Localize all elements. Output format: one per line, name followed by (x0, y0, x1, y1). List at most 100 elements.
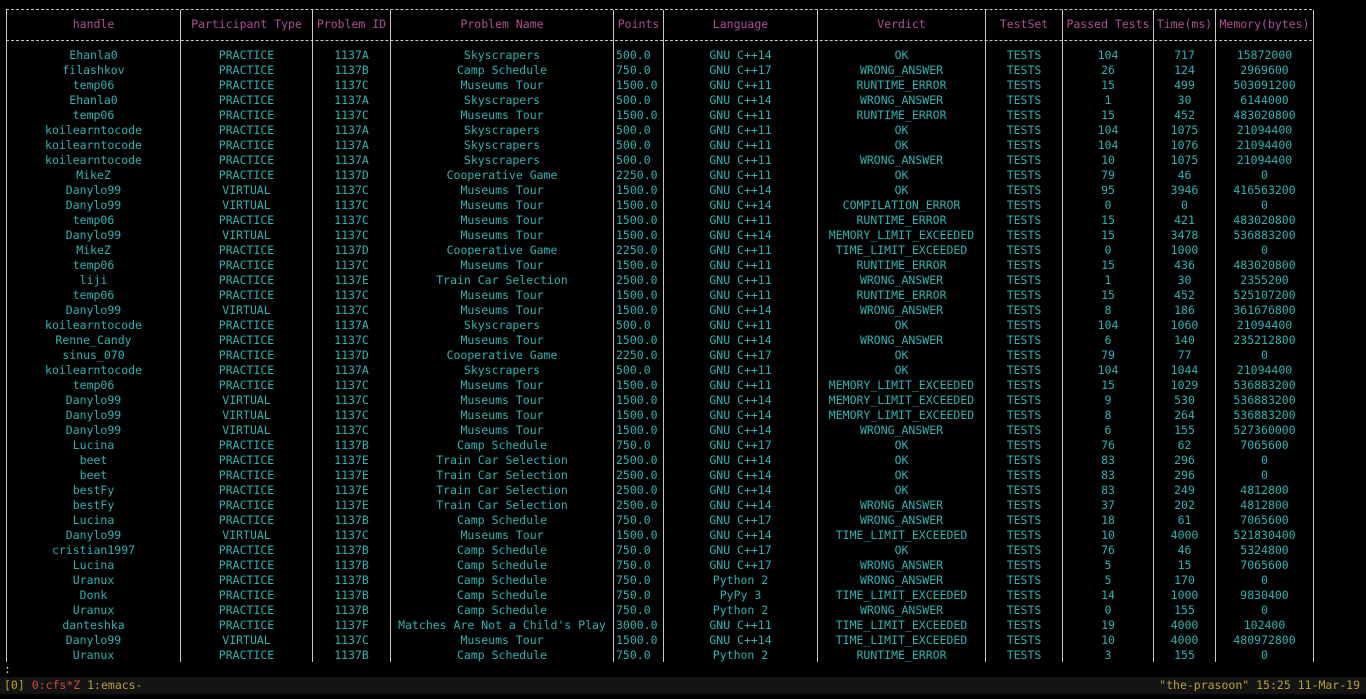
cell-time-ms: 46 (1177, 168, 1192, 182)
cell-memory-bytes: 503091200 (1233, 78, 1296, 92)
cell-time-ms: 77 (1177, 348, 1192, 362)
cell-handle: liji (79, 273, 108, 287)
cell-time-ms: 1075 (1170, 123, 1199, 137)
cell-testset: TESTS (1006, 153, 1042, 167)
cell-verdict: MEMORY_LIMIT_EXCEEDED (828, 408, 975, 422)
column-header-participant-type: Participant Type (191, 17, 302, 31)
table-row: beet PRACTICE 1137E Train Car Selection 2500… (0, 468, 1366, 483)
cell-points: 1500.0 (616, 528, 658, 542)
cell-language: GNU C++14 (709, 93, 772, 107)
table-row: bestFy PRACTICE 1137E Train Car Selection 25… (0, 498, 1366, 513)
cell-testset: TESTS (1006, 183, 1042, 197)
window-tab-active[interactable]: 0:cfs*Z (32, 678, 80, 692)
cell-verdict: TIME_LIMIT_EXCEEDED (835, 528, 968, 542)
cell-memory-bytes: 483020800 (1233, 213, 1296, 227)
cell-verdict: OK (894, 363, 909, 377)
cell-points: 1500.0 (616, 378, 658, 392)
cell-problem-name: Cooperative Game (446, 348, 558, 362)
cell-problem-name: Skyscrapers (463, 363, 541, 377)
cell-verdict: WRONG_ANSWER (859, 513, 944, 527)
cell-memory-bytes: 0 (1261, 348, 1268, 362)
cell-verdict: OK (894, 543, 909, 557)
column-header-language: Language (712, 17, 769, 31)
cell-language: Python 2 (712, 573, 769, 587)
cell-passed-tests: 9 (1104, 393, 1112, 407)
cell-testset: TESTS (1006, 513, 1042, 527)
cell-memory-bytes: 0 (1261, 198, 1268, 212)
cell-participant-type: VIRTUAL (222, 183, 271, 197)
table-row: Lucina PRACTICE 1137B Camp Schedule 750.0 GNU… (0, 558, 1366, 573)
cell-memory-bytes: 536883200 (1233, 408, 1296, 422)
cell-problem-name: Museums Tour (460, 423, 544, 437)
cell-handle: MikeZ (76, 243, 111, 257)
cell-points: 1500.0 (616, 108, 658, 122)
cell-testset: TESTS (1006, 378, 1042, 392)
cell-problem-id: 1137A (334, 318, 369, 332)
cell-participant-type: PRACTICE (218, 138, 275, 152)
command-prompt[interactable]: : (4, 662, 11, 677)
cell-memory-bytes: 521830400 (1233, 528, 1296, 542)
cell-problem-id: 1137B (334, 573, 369, 587)
cell-language: GNU C++14 (709, 468, 772, 482)
cell-testset: TESTS (1006, 453, 1042, 467)
cell-language: PyPy 3 (719, 588, 762, 602)
cell-verdict: WRONG_ANSWER (859, 153, 944, 167)
cell-language: GNU C++14 (709, 48, 772, 62)
cell-memory-bytes: 361676800 (1233, 303, 1296, 317)
cell-testset: TESTS (1006, 618, 1042, 632)
cell-memory-bytes: 21094400 (1236, 123, 1293, 137)
cell-handle: filashkov (62, 63, 125, 77)
column-header-passed-tests: Passed Tests (1066, 17, 1150, 31)
cell-handle: Danylo99 (65, 183, 122, 197)
cell-verdict: WRONG_ANSWER (859, 333, 944, 347)
cell-time-ms: 296 (1174, 453, 1195, 467)
cell-testset: TESTS (1006, 648, 1042, 662)
cell-participant-type: PRACTICE (218, 543, 275, 557)
window-tab-emacs[interactable]: 1:emacs- (87, 678, 142, 692)
table-row: temp06 PRACTICE 1137C Museums Tour 1500.0 GNU… (0, 213, 1366, 228)
cell-problem-name: Museums Tour (460, 408, 544, 422)
cell-verdict: WRONG_ANSWER (859, 273, 944, 287)
cell-verdict: WRONG_ANSWER (859, 603, 944, 617)
table-row: cristian1997 PRACTICE 1137B Camp Schedule 75… (0, 543, 1366, 558)
cell-time-ms: 155 (1174, 603, 1195, 617)
cell-time-ms: 3478 (1170, 228, 1199, 242)
cell-handle: beet (79, 468, 108, 482)
cell-memory-bytes: 7065600 (1240, 513, 1289, 527)
cell-time-ms: 0 (1181, 198, 1188, 212)
cell-language: GNU C++14 (709, 453, 772, 467)
cell-time-ms: 1044 (1170, 363, 1199, 377)
cell-problem-id: 1137C (334, 303, 369, 317)
tmux-status-bar: [0] 0:cfs*Z 1:emacs- "the-prasoon" 15:25… (0, 677, 1366, 694)
cell-problem-id: 1137B (334, 558, 369, 572)
cell-verdict: RUNTIME_ERROR (856, 648, 947, 662)
cell-passed-tests: 6 (1104, 423, 1112, 437)
cell-problem-name: Camp Schedule (456, 63, 547, 77)
cell-time-ms: 1000 (1170, 588, 1199, 602)
table-row: sinus_070 PRACTICE 1137D Cooperative Game 22… (0, 348, 1366, 363)
cell-verdict: TIME_LIMIT_EXCEEDED (835, 633, 968, 647)
cell-participant-type: PRACTICE (218, 78, 275, 92)
cell-passed-tests: 19 (1101, 618, 1115, 632)
cell-passed-tests: 26 (1101, 63, 1115, 77)
cell-language: GNU C++11 (709, 318, 772, 332)
cell-problem-name: Museums Tour (460, 183, 544, 197)
table-row: koilearntocode PRACTICE 1137A Skyscrapers 50… (0, 363, 1366, 378)
cell-language: GNU C++14 (709, 228, 772, 242)
cell-participant-type: PRACTICE (218, 348, 275, 362)
cell-verdict: RUNTIME_ERROR (856, 258, 947, 272)
cell-problem-id: 1137B (334, 513, 369, 527)
cell-problem-name: Train Car Selection (436, 273, 568, 287)
cell-language: GNU C++11 (709, 378, 772, 392)
cell-testset: TESTS (1006, 603, 1042, 617)
cell-language: GNU C++17 (709, 543, 772, 557)
cell-participant-type: PRACTICE (218, 483, 275, 497)
cell-points: 1500.0 (616, 198, 658, 212)
cell-handle: Uranux (72, 648, 115, 662)
cell-passed-tests: 5 (1104, 573, 1112, 587)
cell-language: GNU C++11 (709, 618, 772, 632)
cell-memory-bytes: 4812800 (1240, 498, 1289, 512)
column-header-memory-bytes: Memory(bytes) (1219, 17, 1310, 31)
cell-handle: temp06 (72, 288, 115, 302)
cell-memory-bytes: 21094400 (1236, 318, 1293, 332)
